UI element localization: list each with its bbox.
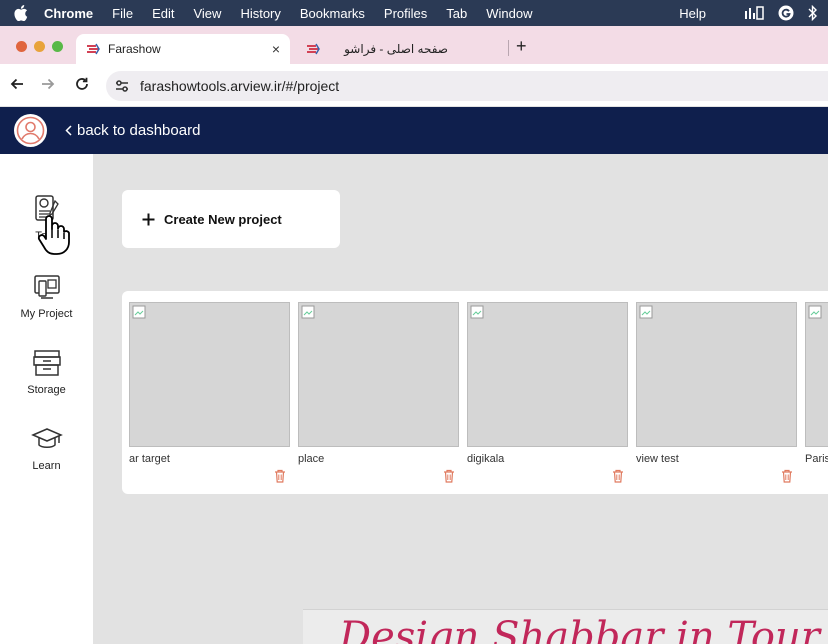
menu-profiles[interactable]: Profiles bbox=[384, 6, 427, 21]
trash-icon[interactable] bbox=[443, 469, 455, 483]
user-avatar-icon[interactable] bbox=[14, 114, 47, 147]
menu-window[interactable]: Window bbox=[486, 6, 532, 21]
project-thumbnail[interactable] bbox=[636, 302, 797, 447]
project-name: Paris bbox=[805, 453, 828, 465]
back-label: back to dashboard bbox=[77, 122, 201, 139]
menu-app-name[interactable]: Chrome bbox=[44, 6, 93, 21]
back-to-dashboard-link[interactable]: back to dashboard bbox=[65, 122, 200, 139]
project-gallery: ar target place digikala view test Paris bbox=[122, 291, 828, 494]
close-tab-icon[interactable]: × bbox=[272, 41, 280, 57]
app-header: back to dashboard bbox=[0, 107, 828, 154]
menu-edit[interactable]: Edit bbox=[152, 6, 174, 21]
banner-script-text: Design Shabbar in Tour bbox=[339, 614, 820, 644]
menu-file[interactable]: File bbox=[112, 6, 133, 21]
project-name: view test bbox=[636, 453, 679, 465]
project-name: ar target bbox=[129, 453, 170, 465]
broken-image-icon bbox=[132, 305, 146, 319]
back-arrow-icon[interactable] bbox=[8, 75, 26, 93]
create-new-project-button[interactable]: Create New project bbox=[122, 190, 340, 248]
bluetooth-icon[interactable] bbox=[808, 5, 818, 21]
close-window-button[interactable] bbox=[16, 41, 27, 52]
broken-image-icon bbox=[808, 305, 822, 319]
farashow-favicon-icon bbox=[86, 43, 100, 55]
url-text[interactable]: farashowtools.arview.ir/#/project bbox=[140, 78, 339, 94]
zoom-window-button[interactable] bbox=[52, 41, 63, 52]
tab-farashow[interactable]: Farashow × bbox=[76, 34, 290, 64]
tab-farashow-home[interactable]: صفحه اصلی - فراشو bbox=[296, 34, 508, 64]
trash-icon[interactable] bbox=[612, 469, 624, 483]
menu-tab[interactable]: Tab bbox=[446, 6, 467, 21]
sidebar-item-label: Learn bbox=[32, 460, 61, 472]
trash-icon[interactable] bbox=[781, 469, 793, 483]
grammarly-icon[interactable] bbox=[778, 5, 794, 21]
project-thumbnail[interactable] bbox=[467, 302, 628, 447]
sidebar-item-learn[interactable]: Learn bbox=[0, 422, 93, 472]
reload-icon[interactable] bbox=[73, 75, 91, 93]
project-thumbnail[interactable] bbox=[129, 302, 290, 447]
project-card[interactable]: ar target bbox=[122, 291, 291, 494]
create-label: Create New project bbox=[164, 211, 282, 227]
main-content: Create New project ar target place digik… bbox=[93, 154, 828, 644]
project-thumbnail[interactable] bbox=[298, 302, 459, 447]
broken-image-icon bbox=[639, 305, 653, 319]
site-settings-icon[interactable] bbox=[114, 78, 130, 94]
sidebar-item-my-project[interactable]: My Project bbox=[0, 270, 93, 320]
menu-history[interactable]: History bbox=[240, 6, 280, 21]
browser-toolbar: farashowtools.arview.ir/#/project bbox=[0, 64, 828, 107]
chart-icon[interactable] bbox=[744, 6, 764, 20]
project-card[interactable]: view test bbox=[629, 291, 798, 494]
trash-icon[interactable] bbox=[274, 469, 286, 483]
farashow-favicon-icon bbox=[306, 43, 320, 55]
apple-icon[interactable] bbox=[14, 5, 30, 21]
tab-separator bbox=[508, 40, 509, 56]
browser-tabstrip: Farashow × صفحه اصلی - فراشو + bbox=[0, 26, 828, 64]
minimize-window-button[interactable] bbox=[34, 41, 45, 52]
sidebar-item-label: Storage bbox=[27, 384, 66, 396]
address-bar[interactable]: farashowtools.arview.ir/#/project bbox=[106, 71, 828, 101]
graduation-cap-icon bbox=[30, 422, 64, 456]
promo-banner: Design Shabbar in Tour bbox=[303, 609, 828, 644]
forward-arrow-icon[interactable] bbox=[39, 75, 57, 93]
macos-menubar: Chrome File Edit View History Bookmarks … bbox=[0, 0, 828, 26]
broken-image-icon bbox=[470, 305, 484, 319]
tab-title: صفحه اصلی - فراشو bbox=[344, 42, 448, 56]
project-name: digikala bbox=[467, 453, 505, 465]
sidebar-item-label: My Project bbox=[20, 308, 73, 320]
project-thumbnail[interactable] bbox=[805, 302, 828, 447]
tab-title: Farashow bbox=[108, 42, 161, 56]
chevron-left-icon bbox=[65, 125, 72, 136]
menu-help[interactable]: Help bbox=[679, 6, 706, 21]
project-card[interactable]: Paris bbox=[798, 291, 828, 494]
broken-image-icon bbox=[301, 305, 315, 319]
project-icon bbox=[30, 270, 64, 304]
project-card[interactable]: place bbox=[291, 291, 460, 494]
menu-view[interactable]: View bbox=[193, 6, 221, 21]
menu-bookmarks[interactable]: Bookmarks bbox=[300, 6, 365, 21]
new-tab-button[interactable]: + bbox=[516, 36, 527, 57]
sidebar-item-storage[interactable]: Storage bbox=[0, 346, 93, 396]
storage-icon bbox=[30, 346, 64, 380]
plus-icon bbox=[142, 213, 155, 226]
project-name: place bbox=[298, 453, 325, 465]
project-card[interactable]: digikala bbox=[460, 291, 629, 494]
hand-cursor-icon bbox=[37, 215, 70, 255]
